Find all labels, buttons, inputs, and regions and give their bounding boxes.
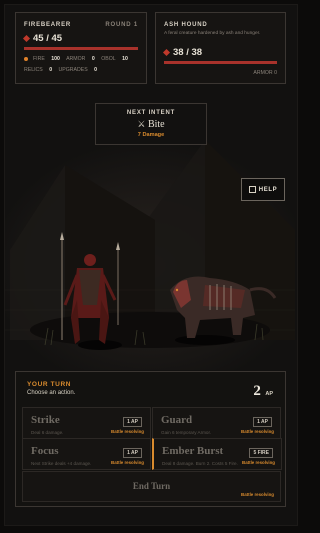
action-focus[interactable]: Focus Next Strike deals +4 damage. 1 AP …	[22, 438, 151, 470]
action-name: Focus	[31, 445, 59, 457]
help-button[interactable]: HELP	[241, 178, 285, 201]
action-cost: 1 AP	[253, 417, 272, 427]
action-desc: Gain 6 temporary Armor.	[161, 430, 212, 435]
enemy-panel: ASH HOUND A feral creature hardened by a…	[155, 12, 286, 84]
player-panel: FIREBEARER ROUND 1 45 / 45 FIRE 100 ARMO…	[15, 12, 147, 84]
action-cost: 5 FIRE	[249, 448, 273, 458]
player-name: FIREBEARER	[24, 22, 72, 28]
player-stats-2: RELICS 0 UPGRADES 0	[24, 67, 102, 73]
action-name: Strike	[31, 414, 60, 426]
intent-name: Bite	[147, 119, 165, 130]
player-hp: 45 / 45	[22, 33, 63, 44]
turn-subtitle: Choose an action.	[27, 390, 76, 396]
stat-armor: ARMOR 0	[66, 56, 95, 62]
intent-name-row: ⚔ Bite	[96, 119, 206, 130]
ap-counter: 2 AP	[253, 382, 273, 400]
ap-value: 2	[253, 383, 261, 399]
enemy-name: ASH HOUND	[164, 22, 208, 28]
heart-icon	[162, 48, 171, 57]
intent-panel: NEXT INTENT ⚔ Bite 7 Damage	[95, 103, 207, 145]
intent-label: NEXT INTENT	[126, 110, 176, 116]
player-hp-value: 45 / 45	[33, 33, 63, 44]
intent-detail: 7 Damage	[137, 132, 165, 138]
enemy-description: A feral creature hardened by ash and hun…	[164, 31, 261, 36]
end-turn-status: Battle resolving	[241, 492, 274, 497]
action-cost: 1 AP	[123, 448, 142, 458]
action-status: Battle resolving	[111, 429, 144, 434]
action-ember-burst[interactable]: Ember Burst Deal 8 damage. Burn 2. Costs…	[152, 438, 282, 470]
enemy-hp-value: 38 / 38	[173, 47, 203, 58]
player-hp-bar	[24, 47, 138, 50]
turn-title: YOUR TURN	[27, 381, 72, 388]
stat-upgrades: UPGRADES 0	[58, 67, 98, 73]
action-desc: Deal 8 damage. Burn 2. Costs 5 Fire.	[162, 461, 238, 466]
action-status: Battle resolving	[241, 429, 274, 434]
enemy-armor: ARMOR 0	[253, 70, 277, 76]
battle-scene	[5, 140, 295, 370]
help-label: HELP	[258, 186, 278, 193]
action-cost: 1 AP	[123, 417, 142, 427]
fire-icon	[24, 56, 28, 61]
stat-fire: FIRE 100	[24, 56, 60, 62]
action-status: Battle resolving	[111, 460, 144, 465]
action-guard[interactable]: Guard Gain 6 temporary Armor. 1 AP Battl…	[152, 407, 281, 439]
help-icon	[248, 186, 256, 193]
action-desc: Next Strike deals +4 damage.	[31, 461, 92, 466]
enemy-hp: 38 / 38	[162, 47, 203, 58]
action-status: Battle resolving	[242, 460, 275, 465]
action-name: Ember Burst	[162, 445, 224, 457]
action-desc: Deal 6 damage.	[31, 430, 64, 435]
sword-icon: ⚔	[137, 119, 146, 129]
ap-unit: AP	[265, 391, 273, 397]
end-turn-label: End Turn	[132, 481, 171, 491]
round-label: ROUND 1	[105, 22, 138, 28]
stat-obol: OBOL 10	[101, 56, 128, 62]
action-name: Guard	[161, 414, 193, 426]
enemy-hp-bar	[164, 61, 277, 64]
player-stats: FIRE 100 ARMOR 0 OBOL 10	[24, 56, 133, 62]
end-turn-button[interactable]: End Turn Battle resolving	[22, 471, 281, 502]
action-strike[interactable]: Strike Deal 6 damage. 1 AP Battle resolv…	[22, 407, 151, 439]
stat-relics: RELICS 0	[24, 67, 53, 73]
heart-icon	[22, 34, 31, 43]
turn-panel: YOUR TURN Choose an action. 2 AP Strike …	[15, 371, 286, 507]
